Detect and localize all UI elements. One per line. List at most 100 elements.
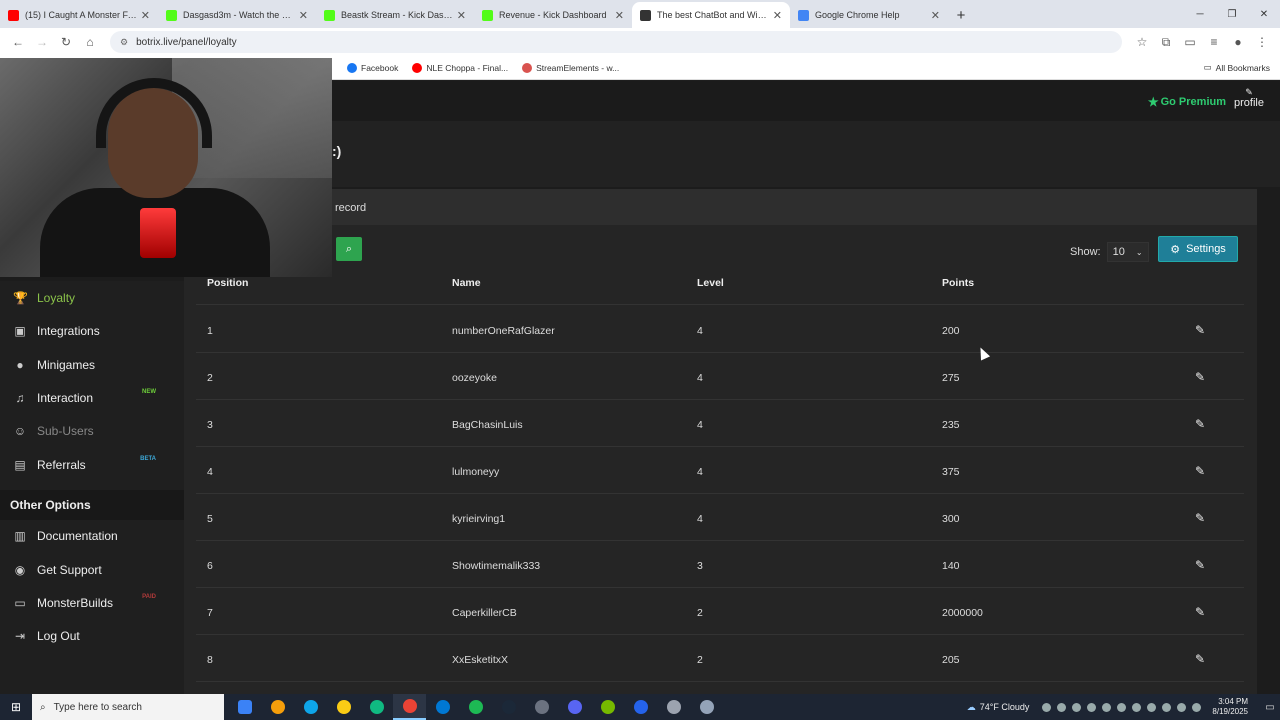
tray-icon[interactable] — [1042, 702, 1052, 712]
weather-widget[interactable]: ☁ 74°F Cloudy — [967, 702, 1030, 713]
forward-button[interactable]: → — [30, 30, 54, 54]
sidebar-item-referrals[interactable]: ▤ Referrals BETA — [0, 450, 184, 480]
sidebar-item-get-support[interactable]: ◉ Get Support — [0, 555, 184, 585]
sidebar-item-label: Documentation — [37, 529, 118, 543]
reload-button[interactable]: ↻ — [54, 30, 78, 54]
close-tab-icon[interactable]: ✕ — [615, 9, 624, 22]
tray-icon[interactable] — [1072, 702, 1082, 712]
sidebar-badge: NEW — [142, 389, 156, 395]
taskbar-app-icon[interactable] — [393, 694, 426, 720]
column-name[interactable]: Name — [452, 277, 481, 289]
sidebar-item-monsterbuilds[interactable]: ▭ MonsterBuilds PAID — [0, 588, 184, 618]
taskbar-app-icon[interactable] — [591, 694, 624, 720]
bookmark-item[interactable]: NLE Choppa - Final... — [412, 62, 508, 73]
bookmark-item[interactable]: Facebook — [347, 62, 398, 73]
taskbar-app-icon[interactable] — [690, 694, 723, 720]
tray-icon[interactable] — [1087, 702, 1097, 712]
cell-position: 1 — [207, 325, 213, 337]
close-window-button[interactable]: ✕ — [1248, 0, 1280, 28]
address-bar[interactable]: ⚙ botrix.live/panel/loyalty — [110, 31, 1122, 53]
edit-pencil-icon[interactable]: ✎ — [1195, 605, 1205, 619]
taskbar-app-icon[interactable] — [228, 694, 261, 720]
tray-icon[interactable] — [1162, 702, 1172, 712]
tray-icon[interactable] — [1132, 702, 1142, 712]
maximize-button[interactable]: ❐ — [1216, 0, 1248, 28]
close-tab-icon[interactable]: ✕ — [931, 9, 940, 22]
edit-pencil-icon[interactable]: ✎ — [1195, 370, 1205, 384]
browser-tab[interactable]: Revenue - Kick Dashboard ✕ — [474, 2, 632, 28]
site-info-icon[interactable]: ⚙ — [120, 37, 128, 48]
edit-pencil-icon[interactable]: ✎ — [1195, 323, 1205, 337]
sidebar-item-sub-users[interactable]: ☺ Sub-Users — [0, 416, 184, 446]
browser-tab[interactable]: Beastk Stream - Kick Dashboar ✕ — [316, 2, 474, 28]
sidebar-item-loyalty[interactable]: 🏆 Loyalty — [0, 283, 184, 313]
new-tab-button[interactable]: + — [948, 2, 974, 28]
all-bookmarks[interactable]: ▭ All Bookmarks — [1204, 62, 1270, 73]
sidebar-item-documentation[interactable]: ▥ Documentation — [0, 521, 184, 551]
taskbar-app-icon[interactable] — [294, 694, 327, 720]
minimize-button[interactable]: ─ — [1184, 0, 1216, 28]
tray-icon[interactable] — [1102, 702, 1112, 712]
chrome-menu-icon[interactable]: ⋮ — [1250, 30, 1274, 54]
edit-pencil-icon[interactable]: ✎ — [1195, 464, 1205, 478]
taskbar-app-icon[interactable] — [426, 694, 459, 720]
browser-tab[interactable]: Google Chrome Help ✕ — [790, 2, 948, 28]
edit-pencil-icon[interactable]: ✎ — [1195, 558, 1205, 572]
taskbar-app-icon[interactable] — [360, 694, 393, 720]
windows-start-icon[interactable]: ⊞ — [0, 694, 32, 720]
close-tab-icon[interactable]: ✕ — [141, 9, 150, 22]
cast-icon[interactable]: ▭ — [1178, 30, 1202, 54]
close-tab-icon[interactable]: ✕ — [773, 9, 782, 22]
taskbar-app-icon[interactable] — [525, 694, 558, 720]
bookmark-item[interactable]: StreamElements - w... — [522, 62, 619, 73]
settings-button[interactable]: ⚙ Settings — [1158, 236, 1238, 262]
column-position[interactable]: Position — [207, 277, 248, 289]
show-entries-select[interactable]: 10 ⌄ — [1106, 242, 1149, 262]
reading-list-icon[interactable]: ≡ — [1202, 30, 1226, 54]
search-button[interactable]: ⌕ — [336, 237, 362, 261]
cell-name: oozeyoke — [452, 372, 497, 384]
taskbar-app-icon[interactable] — [624, 694, 657, 720]
bookmark-star-icon[interactable]: ☆ — [1130, 30, 1154, 54]
gamepad-icon: ● — [16, 358, 24, 372]
sidebar-item-minigames[interactable]: ● Minigames — [0, 350, 184, 380]
browser-tab[interactable]: (15) I Caught A Monster FAN In ✕ — [0, 2, 158, 28]
table-row: 5 kyrieirving1 4 300 ✎ — [196, 494, 1244, 541]
taskbar-app-icon[interactable] — [459, 694, 492, 720]
edit-pencil-icon[interactable]: ✎ — [1195, 511, 1205, 525]
tray-icon[interactable] — [1057, 702, 1067, 712]
edit-pencil-icon[interactable]: ✎ — [1195, 417, 1205, 431]
taskbar-search[interactable]: ⌕ Type here to search — [32, 694, 224, 720]
avatar[interactable]: ● — [1226, 30, 1250, 54]
tray-icon[interactable] — [1192, 702, 1202, 712]
go-premium-link[interactable]: ★ Go Premium — [1148, 95, 1226, 109]
tray-icon[interactable] — [1117, 702, 1127, 712]
search-icon: ⌕ — [40, 701, 46, 713]
column-level[interactable]: Level — [697, 277, 724, 289]
tray-icon[interactable] — [1147, 702, 1157, 712]
column-points[interactable]: Points — [942, 277, 974, 289]
profile-link[interactable]: ✎ profile — [1234, 87, 1264, 109]
clock[interactable]: 3:04 PM 8/19/2025 — [1212, 697, 1248, 717]
taskbar-app-icon[interactable] — [492, 694, 525, 720]
sidebar-item-interaction[interactable]: ♫ Interaction NEW — [0, 383, 184, 413]
taskbar-app-icon[interactable] — [261, 694, 294, 720]
edit-pencil-icon[interactable]: ✎ — [1195, 652, 1205, 666]
sidebar-item-log-out[interactable]: ⇥ Log Out — [0, 621, 184, 651]
browser-tab[interactable]: The best ChatBot and Widgets ✕ — [632, 2, 790, 28]
tray-icon[interactable] — [1177, 702, 1187, 712]
notifications-icon[interactable]: ▭ — [1260, 702, 1280, 713]
taskbar-app-icon[interactable] — [327, 694, 360, 720]
back-button[interactable]: ← — [6, 30, 30, 54]
taskbar-app-icon[interactable] — [558, 694, 591, 720]
browser-tab[interactable]: Dasgasd3m - Watch the VOD o ✕ — [158, 2, 316, 28]
home-button[interactable]: ⌂ — [78, 30, 102, 54]
close-tab-icon[interactable]: ✕ — [457, 9, 466, 22]
extensions-icon[interactable]: ⧉ — [1154, 30, 1178, 54]
cell-points: 275 — [942, 372, 960, 384]
table-header: Position Name Level Points — [196, 277, 1244, 305]
tab-favicon-icon — [798, 9, 809, 21]
sidebar-item-integrations[interactable]: ▣ Integrations — [0, 316, 184, 346]
close-tab-icon[interactable]: ✕ — [299, 9, 308, 22]
taskbar-app-icon[interactable] — [657, 694, 690, 720]
